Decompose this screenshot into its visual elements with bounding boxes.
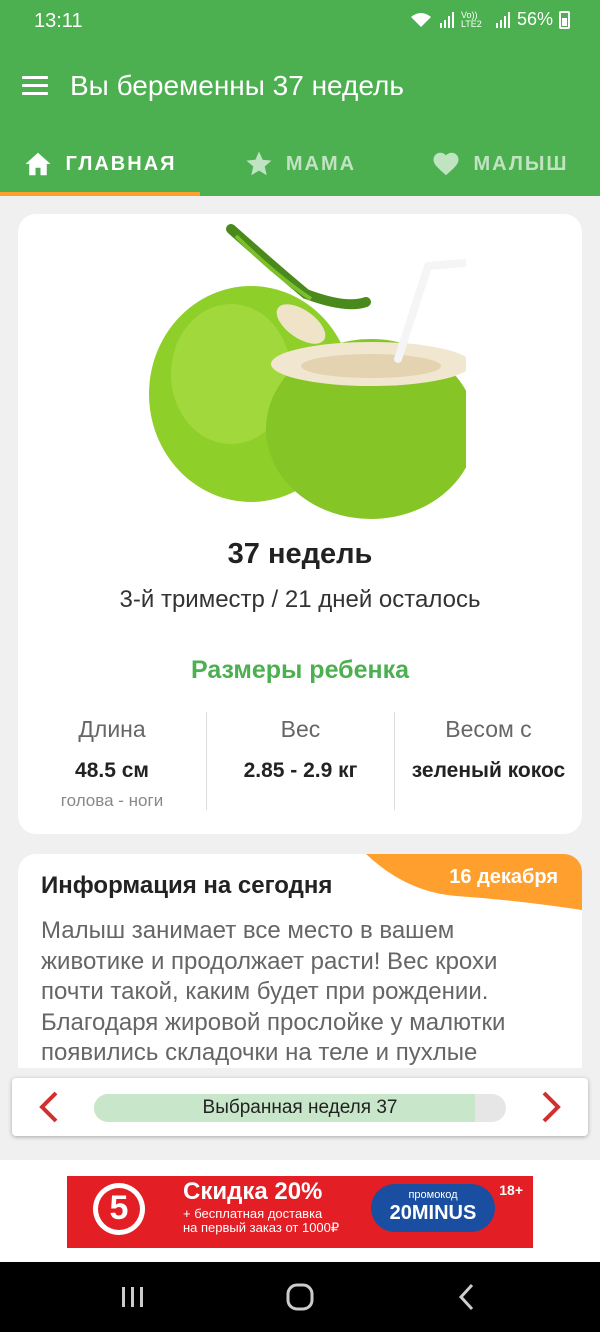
chevron-left-icon [39,1091,58,1123]
tab-bar: ГЛАВНАЯ МАМА МАЛЫШ [0,132,600,196]
store-logo: 5 [93,1183,145,1235]
metric-value: 48.5 см [75,759,149,782]
info-text: Малыш занимает все место в вашем животик… [41,917,506,1066]
selected-week-label: Выбранная неделя 37 [202,1097,398,1118]
coconut-image [149,224,466,519]
metric-label: Длина [78,716,146,742]
metric-label: Вес [280,716,321,742]
star-icon [246,151,272,176]
ad-area: 5 Скидка 20% + бесплатная доставка на пе… [0,1160,600,1262]
metric-comparison: Весом с зеленый кокос [394,712,582,810]
heart-icon [433,152,459,176]
tab-home[interactable]: ГЛАВНАЯ [0,132,200,196]
promo-code-badge: промокод 20MINUS [371,1184,495,1232]
ad-banner[interactable]: 5 Скидка 20% + бесплатная доставка на пе… [67,1176,533,1248]
signal-icon-2 [495,11,510,28]
week-title: 37 недель [227,538,373,570]
age-rating: 18+ [499,1182,523,1198]
promo-label: промокод [408,1189,458,1201]
promo-code: 20MINUS [389,1202,477,1224]
ad-discount: Скидка 20% [183,1178,323,1205]
network-label: Vo)) LTE2 [460,9,482,29]
metric-weight: Вес 2.85 - 2.9 кг [206,712,394,810]
battery-percent: 56% [516,9,553,29]
tab-baby-label: МАЛЫШ [473,152,569,175]
home-button[interactable] [285,1282,315,1312]
info-title: Информация на сегодня [41,872,333,899]
ad-subtitle: + бесплатная доставка [183,1206,323,1221]
app-bar: Вы беременны 37 недель [0,44,600,132]
week-card: 37 недель 3-й триместр / 21 дней осталос… [18,214,582,834]
back-button[interactable] [452,1282,482,1312]
chevron-right-icon [542,1091,561,1123]
recents-icon [122,1287,143,1307]
menu-icon[interactable] [22,76,48,96]
metric-label: Весом с [445,716,532,742]
info-card: 16 декабря Информация на сегодня Малыш з… [18,854,582,1068]
metric-value: 2.85 - 2.9 кг [243,759,358,782]
next-week-button[interactable] [536,1090,566,1124]
date-badge: 16 декабря [449,866,558,888]
back-icon [458,1283,474,1311]
tab-home-label: ГЛАВНАЯ [65,152,177,175]
trimester-text: 3-й триместр / 21 дней осталось [119,586,481,613]
system-nav-bar [0,1262,600,1332]
week-navigator: Выбранная неделя 37 [12,1078,588,1136]
metric-sub: голова - ноги [60,791,164,810]
home-circle-icon [286,1283,314,1311]
home-icon [25,152,51,176]
status-bar: 13:11 Vo)) LTE2 56% [0,0,600,44]
status-icons: Vo)) LTE2 56% [409,9,570,30]
metric-length: Длина 48.5 см голова - ноги [18,712,206,811]
ad-subtitle-2: на первый заказ от 1000₽ [183,1220,340,1235]
battery-icon [559,10,570,29]
recents-button[interactable] [118,1282,148,1312]
week-progress-bar: Выбранная неделя 37 [94,1094,506,1122]
wifi-icon [410,12,431,27]
status-time: 13:11 [34,10,83,32]
signal-icon [439,11,454,28]
baby-sizes-title: Размеры ребенка [190,656,410,684]
metric-value: зеленый кокос [411,759,566,782]
page-title: Вы беременны 37 недель [70,70,404,101]
previous-week-button[interactable] [34,1090,64,1124]
tab-mom-label: МАМА [285,152,357,175]
tab-mom[interactable]: МАМА [200,132,400,196]
tab-baby[interactable]: МАЛЫШ [400,132,600,196]
